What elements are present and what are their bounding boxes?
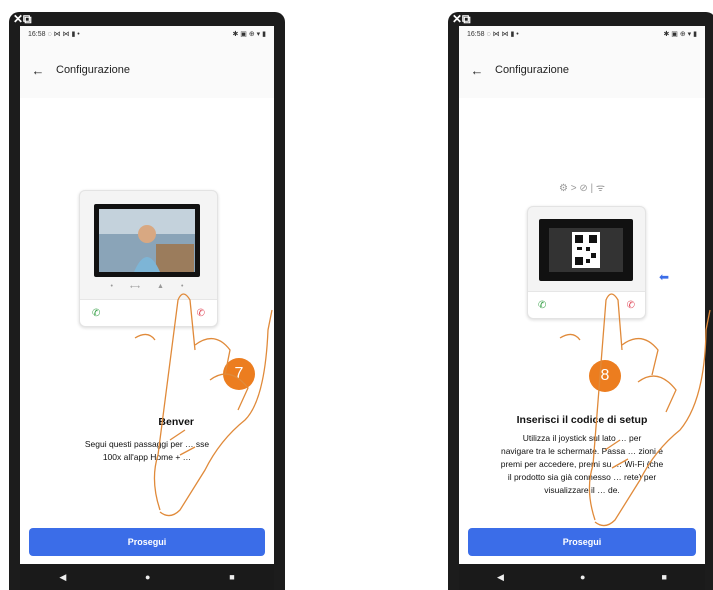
content-area: • ⟷ ▲ • ✆ ✆ 7 Benver Segui questi passaggi … [20, 98, 274, 522]
qr-code-icon [549, 228, 623, 272]
nav-home-icon[interactable]: ● [145, 572, 150, 582]
system-nav-bar: ◀ ● ■ [20, 564, 274, 590]
status-icons-left: ◌ ⋈ ⋈ ▮ • [486, 31, 519, 38]
nav-back-icon[interactable]: ◀ [59, 572, 66, 583]
description-line-2: navigare tra le schermate. Passa … zioni… [500, 446, 664, 456]
app-title: Configurazione [495, 64, 569, 76]
device-display [539, 219, 633, 281]
app-title: Configurazione [56, 64, 130, 76]
person-photo-icon [99, 209, 195, 272]
content-area: ⚙ > ⊘ | ᯤ ✆ ✆ ⬅ 8 Inserisci il codice di… [459, 98, 705, 522]
hangup-phone-icon: ✆ [626, 300, 635, 311]
phone-left: ✕⧉ 16:58 ◌ ⋈ ⋈ ▮ • ✱ ▣ ⊕ ▾ ▮ ← Configura… [9, 12, 285, 590]
description-line-1: Utilizza il joystick sul lato … per [522, 433, 642, 443]
status-time: 16:58 [28, 31, 46, 38]
pointer-arrow-icon: ⬅ [659, 270, 670, 284]
description-line-1: Segui questi passaggi per … sse [84, 439, 210, 449]
nav-recents-icon[interactable]: ■ [229, 572, 234, 582]
device-bottom-bar: ✆ ✆ [80, 299, 217, 326]
device-illustration: ✆ ✆ [527, 206, 646, 319]
answer-phone-icon: ✆ [92, 308, 101, 319]
phone-right: ✕⧉ 16:58 ◌ ⋈ ⋈ ▮ • ✱ ▣ ⊕ ▾ ▮ ← Configura… [448, 12, 713, 590]
close-expand-icon[interactable]: ✕⧉ [452, 12, 471, 26]
description-line-2: 100x all'app Home + … [102, 452, 192, 462]
hangup-phone-icon: ✆ [196, 308, 205, 319]
nav-back-icon[interactable]: ◀ [497, 572, 504, 583]
setup-code-heading: Inserisci il codice di setup [516, 414, 648, 426]
description-line-4: il prodotto sia già connesso … rete) per [507, 472, 657, 482]
system-nav-bar: ◀ ● ■ [459, 564, 705, 590]
step-badge: 8 [589, 360, 621, 392]
screen-left: 16:58 ◌ ⋈ ⋈ ▮ • ✱ ▣ ⊕ ▾ ▮ ← Configurazio… [20, 26, 274, 564]
nav-recents-icon[interactable]: ■ [662, 572, 667, 582]
welcome-heading: Benver [158, 416, 194, 428]
description-line-5: visualizzare il … de. [544, 485, 620, 495]
status-time: 16:58 [467, 31, 485, 38]
close-expand-icon[interactable]: ✕⧉ [13, 12, 32, 26]
status-icons-left: ◌ ⋈ ⋈ ▮ • [47, 31, 80, 38]
device-illustration: • ⟷ ▲ • ✆ ✆ [79, 190, 218, 327]
device-bottom-bar: ✆ ✆ [528, 291, 645, 318]
device-touch-keys: • ⟷ ▲ • [110, 283, 184, 291]
setup-description: Utilizza il joystick sul lato … per navi… [473, 432, 691, 497]
settings-breadcrumb-icons: ⚙ > ⊘ | ᯤ [558, 183, 606, 194]
status-bar: 16:58 ◌ ⋈ ⋈ ▮ • ✱ ▣ ⊕ ▾ ▮ [459, 26, 705, 42]
status-icons-right: ✱ ▣ ⊕ ▾ ▮ [663, 31, 698, 38]
app-bar: ← Configurazione [20, 42, 274, 98]
answer-phone-icon: ✆ [538, 300, 547, 311]
continue-button[interactable]: Prosegui [29, 528, 265, 556]
device-display [94, 204, 200, 277]
step-badge: 7 [223, 358, 255, 390]
back-arrow-icon[interactable]: ← [459, 63, 495, 78]
screen-right: 16:58 ◌ ⋈ ⋈ ▮ • ✱ ▣ ⊕ ▾ ▮ ← Configurazio… [459, 26, 705, 564]
back-arrow-icon[interactable]: ← [20, 63, 56, 78]
continue-button[interactable]: Prosegui [468, 528, 696, 556]
app-bar: ← Configurazione [459, 42, 705, 98]
nav-home-icon[interactable]: ● [580, 572, 585, 582]
description-line-3: premi per accedere, premi su … Wi-Fi (ch… [500, 459, 664, 469]
status-bar: 16:58 ◌ ⋈ ⋈ ▮ • ✱ ▣ ⊕ ▾ ▮ [20, 26, 274, 42]
welcome-description: Segui questi passaggi per … sse 100x all… [34, 438, 260, 464]
status-icons-right: ✱ ▣ ⊕ ▾ ▮ [232, 31, 267, 38]
